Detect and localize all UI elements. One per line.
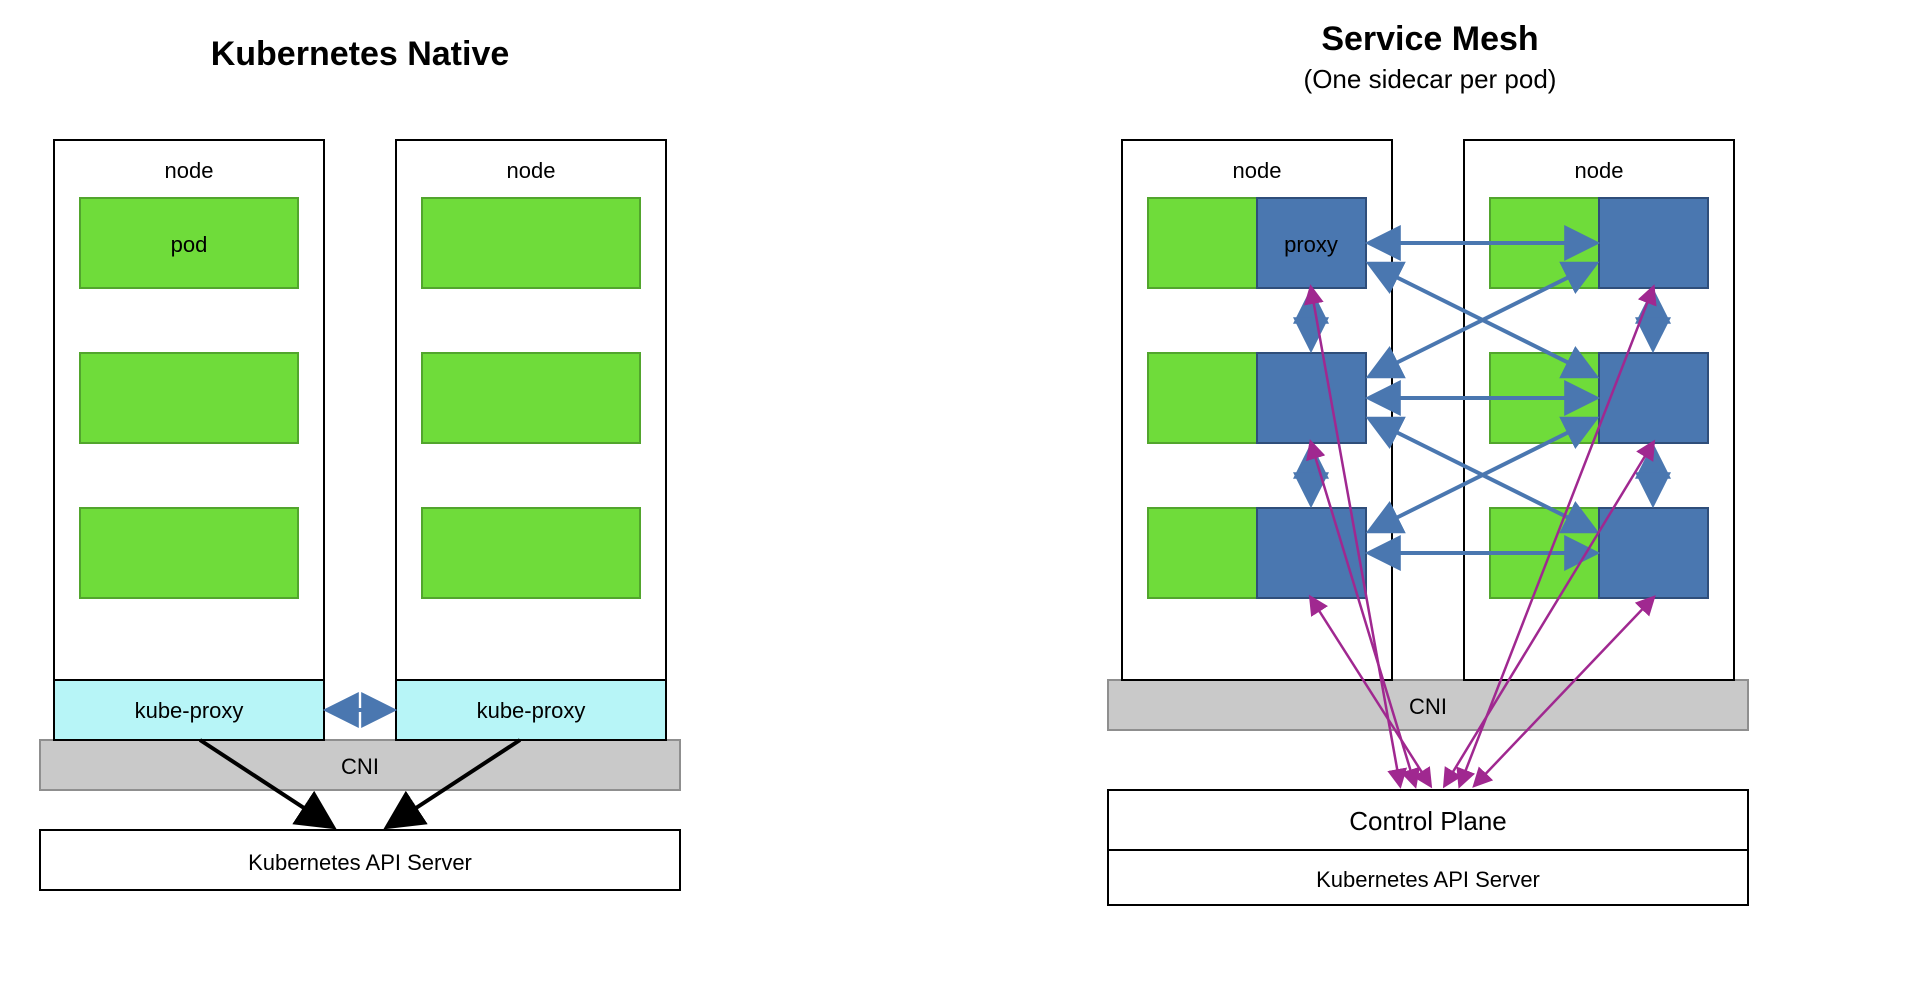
right-node-1: node proxy bbox=[1122, 140, 1392, 680]
left-node-2-pod-3 bbox=[422, 508, 640, 598]
left-node-1: node pod kube-proxy bbox=[54, 140, 324, 740]
left-node-2-label: node bbox=[507, 158, 556, 183]
right-n2-pod-2-proxy bbox=[1599, 353, 1708, 443]
right-api-label: Kubernetes API Server bbox=[1316, 867, 1540, 892]
left-node-1-pod-2 bbox=[80, 353, 298, 443]
left-api-label: Kubernetes API Server bbox=[248, 850, 472, 875]
right-n1-pod-3-proxy bbox=[1257, 508, 1366, 598]
right-n1-pod-2-app bbox=[1148, 353, 1257, 443]
left-node-1-pod-3 bbox=[80, 508, 298, 598]
right-proxy-label: proxy bbox=[1284, 232, 1338, 257]
right-node-1-label: node bbox=[1233, 158, 1282, 183]
right-cni-label: CNI bbox=[1409, 694, 1447, 719]
right-subtitle: (One sidecar per pod) bbox=[1304, 64, 1557, 94]
right-node-2: node bbox=[1464, 140, 1734, 680]
left-kube-proxy-2-label: kube-proxy bbox=[477, 698, 586, 723]
right-title: Service Mesh bbox=[1321, 20, 1538, 58]
right-n1-pod-1-app bbox=[1148, 198, 1257, 288]
left-cni-label: CNI bbox=[341, 754, 379, 779]
left-pod-label: pod bbox=[171, 232, 208, 257]
left-title: Kubernetes Native bbox=[211, 35, 510, 73]
diagram-root: Kubernetes Native CNI node pod kube-prox… bbox=[0, 0, 1928, 986]
right-n2-pod-3-proxy bbox=[1599, 508, 1708, 598]
right-control-plane-label: Control Plane bbox=[1349, 806, 1507, 836]
left-kube-proxy-1-label: kube-proxy bbox=[135, 698, 244, 723]
left-node-2: node kube-proxy bbox=[396, 140, 666, 740]
right-node-2-label: node bbox=[1575, 158, 1624, 183]
left-node-2-pod-1 bbox=[422, 198, 640, 288]
left-node-1-label: node bbox=[165, 158, 214, 183]
right-n2-pod-1-proxy bbox=[1599, 198, 1708, 288]
right-n1-pod-3-app bbox=[1148, 508, 1257, 598]
left-node-2-pod-2 bbox=[422, 353, 640, 443]
right-n1-pod-2-proxy bbox=[1257, 353, 1366, 443]
